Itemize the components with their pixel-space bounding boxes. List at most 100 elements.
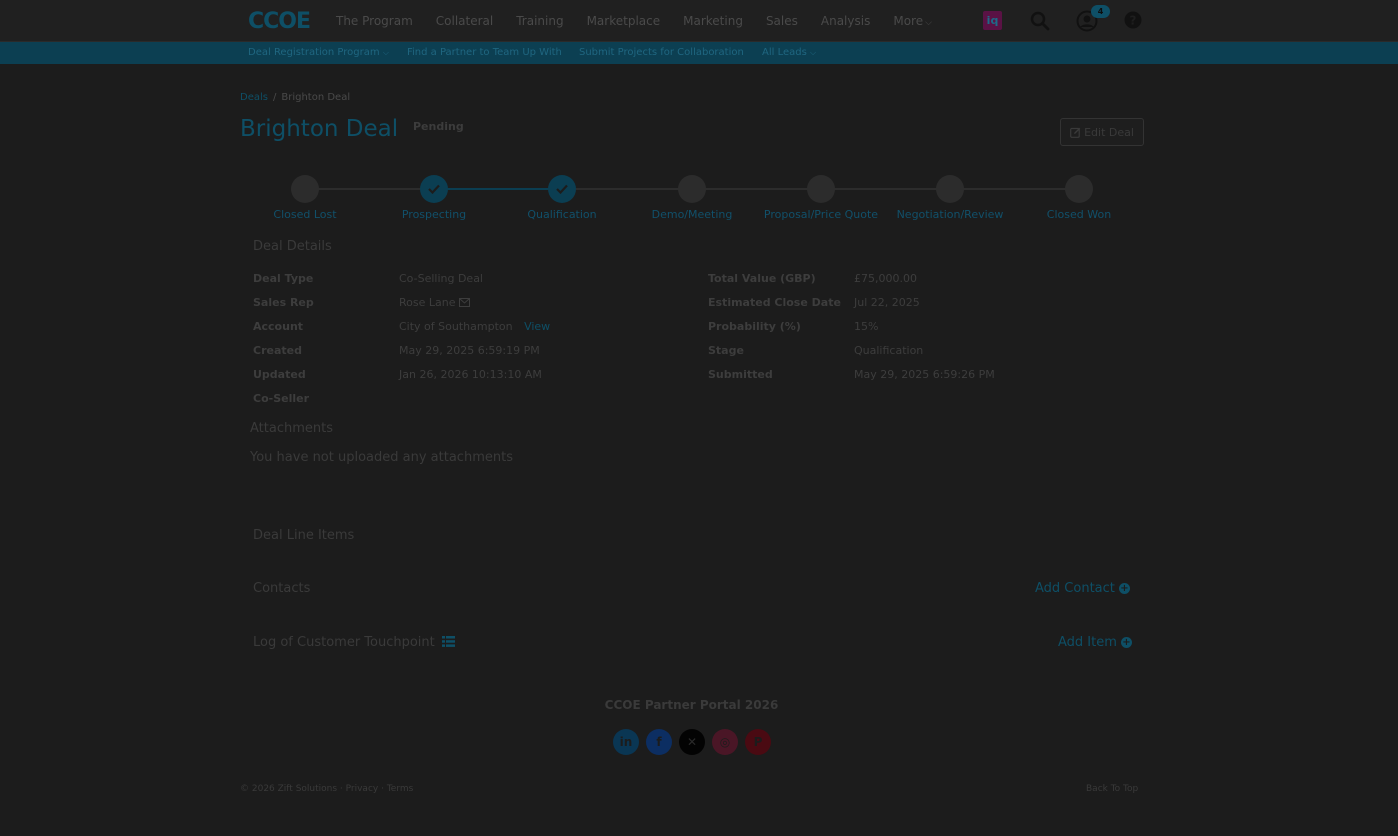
breadcrumb: Deals / Brighton Deal — [240, 92, 350, 103]
list-view-icon — [441, 636, 455, 647]
plus-circle-icon: + — [1120, 637, 1132, 648]
menu-item-marketplace[interactable]: Marketplace — [587, 14, 661, 28]
edit-icon — [1070, 127, 1081, 138]
add-contact-button[interactable]: Add Contact + — [1035, 581, 1130, 596]
stage-label-closed-won: Closed Won — [1046, 208, 1112, 221]
detail-value-submitted: May 29, 2025 6:59:26 PM — [854, 368, 995, 381]
linkedin-icon[interactable]: in — [613, 729, 639, 755]
chevron-down-icon: ⌵ — [382, 48, 389, 57]
add-contact-label: Add Contact — [1035, 581, 1115, 596]
stage-label-prospecting: Prospecting — [401, 208, 467, 221]
main-menu: The Program Collateral Training Marketpl… — [336, 0, 955, 42]
subnav-deal-registration-label: Deal Registration Program — [248, 47, 380, 58]
privacy-link[interactable]: Privacy — [346, 784, 379, 794]
progress-connector — [434, 188, 562, 190]
plus-circle-icon: + — [1118, 583, 1130, 594]
subnav-all-leads[interactable]: All Leads ⌵ — [762, 47, 816, 58]
edit-deal-button[interactable]: Edit Deal — [1060, 118, 1144, 146]
detail-value-close-date: Jul 22, 2025 — [854, 296, 920, 309]
x-icon[interactable]: ✕ — [679, 729, 705, 755]
stage-dot-prospecting — [420, 175, 448, 203]
detail-value-deal-type: Co-Selling Deal — [399, 272, 483, 285]
menu-item-more[interactable]: More ⌵ — [893, 14, 932, 28]
detail-label-deal-type: Deal Type — [253, 272, 314, 285]
checkmark-icon — [556, 184, 568, 194]
deal-details-heading: Deal Details — [253, 239, 332, 254]
detail-label-total-value: Total Value (GBP) — [708, 272, 816, 285]
stage-label-qualification: Qualification — [527, 208, 597, 221]
detail-value-probability: 15% — [854, 320, 879, 333]
stage-label-negotiation: Negotiation/Review — [896, 208, 1004, 221]
sub-navigation: Deal Registration Program ⌵ Find a Partn… — [0, 42, 1398, 64]
ccoe-logo[interactable]: CCOE — [248, 5, 312, 37]
detail-label-stage: Stage — [708, 344, 744, 357]
stage-dot-closed-lost — [291, 175, 319, 203]
detail-value-created: May 29, 2025 6:59:19 PM — [399, 344, 540, 357]
terms-link[interactable]: Terms — [387, 784, 414, 794]
breadcrumb-current: Brighton Deal — [281, 92, 351, 103]
progress-connector — [305, 188, 434, 190]
stage-label-proposal: Proposal/Price Quote — [763, 208, 879, 221]
help-icon[interactable]: ? — [1124, 11, 1142, 29]
checkmark-icon — [428, 184, 440, 194]
detail-label-close-date: Estimated Close Date — [708, 296, 841, 309]
instagram-icon[interactable]: ◎ — [712, 729, 738, 755]
facebook-icon[interactable]: f — [646, 729, 672, 755]
detail-label-updated: Updated — [253, 368, 306, 381]
detail-value-stage: Qualification — [854, 344, 924, 357]
detail-label-sales-rep: Sales Rep — [253, 296, 314, 309]
attachments-empty-text: You have not uploaded any attachments — [250, 450, 513, 465]
menu-item-training[interactable]: Training — [516, 14, 563, 28]
logo-text: CCOE — [248, 8, 311, 34]
menu-item-the-program[interactable]: The Program — [336, 14, 413, 28]
stage-label-demo-meeting: Demo/Meeting — [651, 208, 733, 221]
search-icon[interactable] — [1030, 11, 1050, 31]
breadcrumb-deals[interactable]: Deals — [240, 92, 268, 103]
subnav-deal-registration[interactable]: Deal Registration Program ⌵ — [248, 47, 389, 58]
sales-rep-name: Rose Lane — [399, 296, 456, 309]
iq-app-icon[interactable]: iq — [983, 11, 1002, 30]
contacts-heading[interactable]: Contacts — [253, 581, 310, 596]
add-item-label: Add Item — [1058, 635, 1117, 650]
stage-dot-proposal — [807, 175, 835, 203]
detail-value-total-value: £75,000.00 — [854, 272, 917, 285]
footer-title: CCOE Partner Portal 2026 — [604, 698, 779, 712]
detail-label-created: Created — [253, 344, 302, 357]
detail-label-account: Account — [253, 320, 304, 333]
notification-badge[interactable]: 4 — [1091, 5, 1110, 18]
edit-deal-label: Edit Deal — [1084, 125, 1134, 139]
attachments-heading: Attachments — [250, 421, 333, 436]
status-badge: Pending — [413, 120, 464, 133]
footer-legal: © 2026 Zift Solutions · Privacy · Terms — [240, 784, 414, 794]
subnav-all-leads-label: All Leads — [762, 47, 807, 58]
subnav-submit-projects[interactable]: Submit Projects for Collaboration — [579, 47, 744, 58]
line-items-heading[interactable]: Deal Line Items — [253, 528, 354, 543]
stage-dot-demo-meeting — [678, 175, 706, 203]
detail-value-updated: Jan 26, 2026 10:13:10 AM — [399, 368, 542, 381]
detail-value-sales-rep: Rose Lane — [399, 296, 470, 309]
menu-item-analysis[interactable]: Analysis — [821, 14, 870, 28]
menu-item-collateral[interactable]: Collateral — [436, 14, 493, 28]
add-item-button[interactable]: Add Item + — [1058, 635, 1132, 650]
stage-dot-negotiation — [936, 175, 964, 203]
pinterest-icon[interactable]: P — [745, 729, 771, 755]
menu-item-more-label: More — [893, 14, 924, 28]
menu-item-sales[interactable]: Sales — [766, 14, 798, 28]
stage-dot-qualification — [548, 175, 576, 203]
subnav-find-partner[interactable]: Find a Partner to Team Up With — [407, 47, 562, 58]
envelope-icon[interactable] — [458, 298, 470, 307]
chevron-down-icon: ⌵ — [925, 18, 932, 28]
copyright-text: © 2026 Zift Solutions — [240, 784, 338, 794]
page-title: Brighton Deal — [240, 116, 399, 142]
view-account-link[interactable]: View — [524, 320, 550, 333]
touchpoints-heading[interactable]: Log of Customer Touchpoint — [253, 635, 455, 650]
stage-dot-closed-won — [1065, 175, 1093, 203]
detail-label-probability: Probability (%) — [708, 320, 801, 333]
touchpoints-heading-label: Log of Customer Touchpoint — [253, 635, 435, 650]
stage-label-closed-lost: Closed Lost — [273, 208, 337, 221]
detail-value-account: City of Southampton View — [399, 320, 550, 333]
svg-text:?: ? — [1130, 14, 1137, 28]
detail-label-co-seller: Co-Seller — [253, 392, 310, 405]
menu-item-marketing[interactable]: Marketing — [683, 14, 743, 28]
back-to-top-link[interactable]: Back To Top — [1086, 784, 1138, 794]
